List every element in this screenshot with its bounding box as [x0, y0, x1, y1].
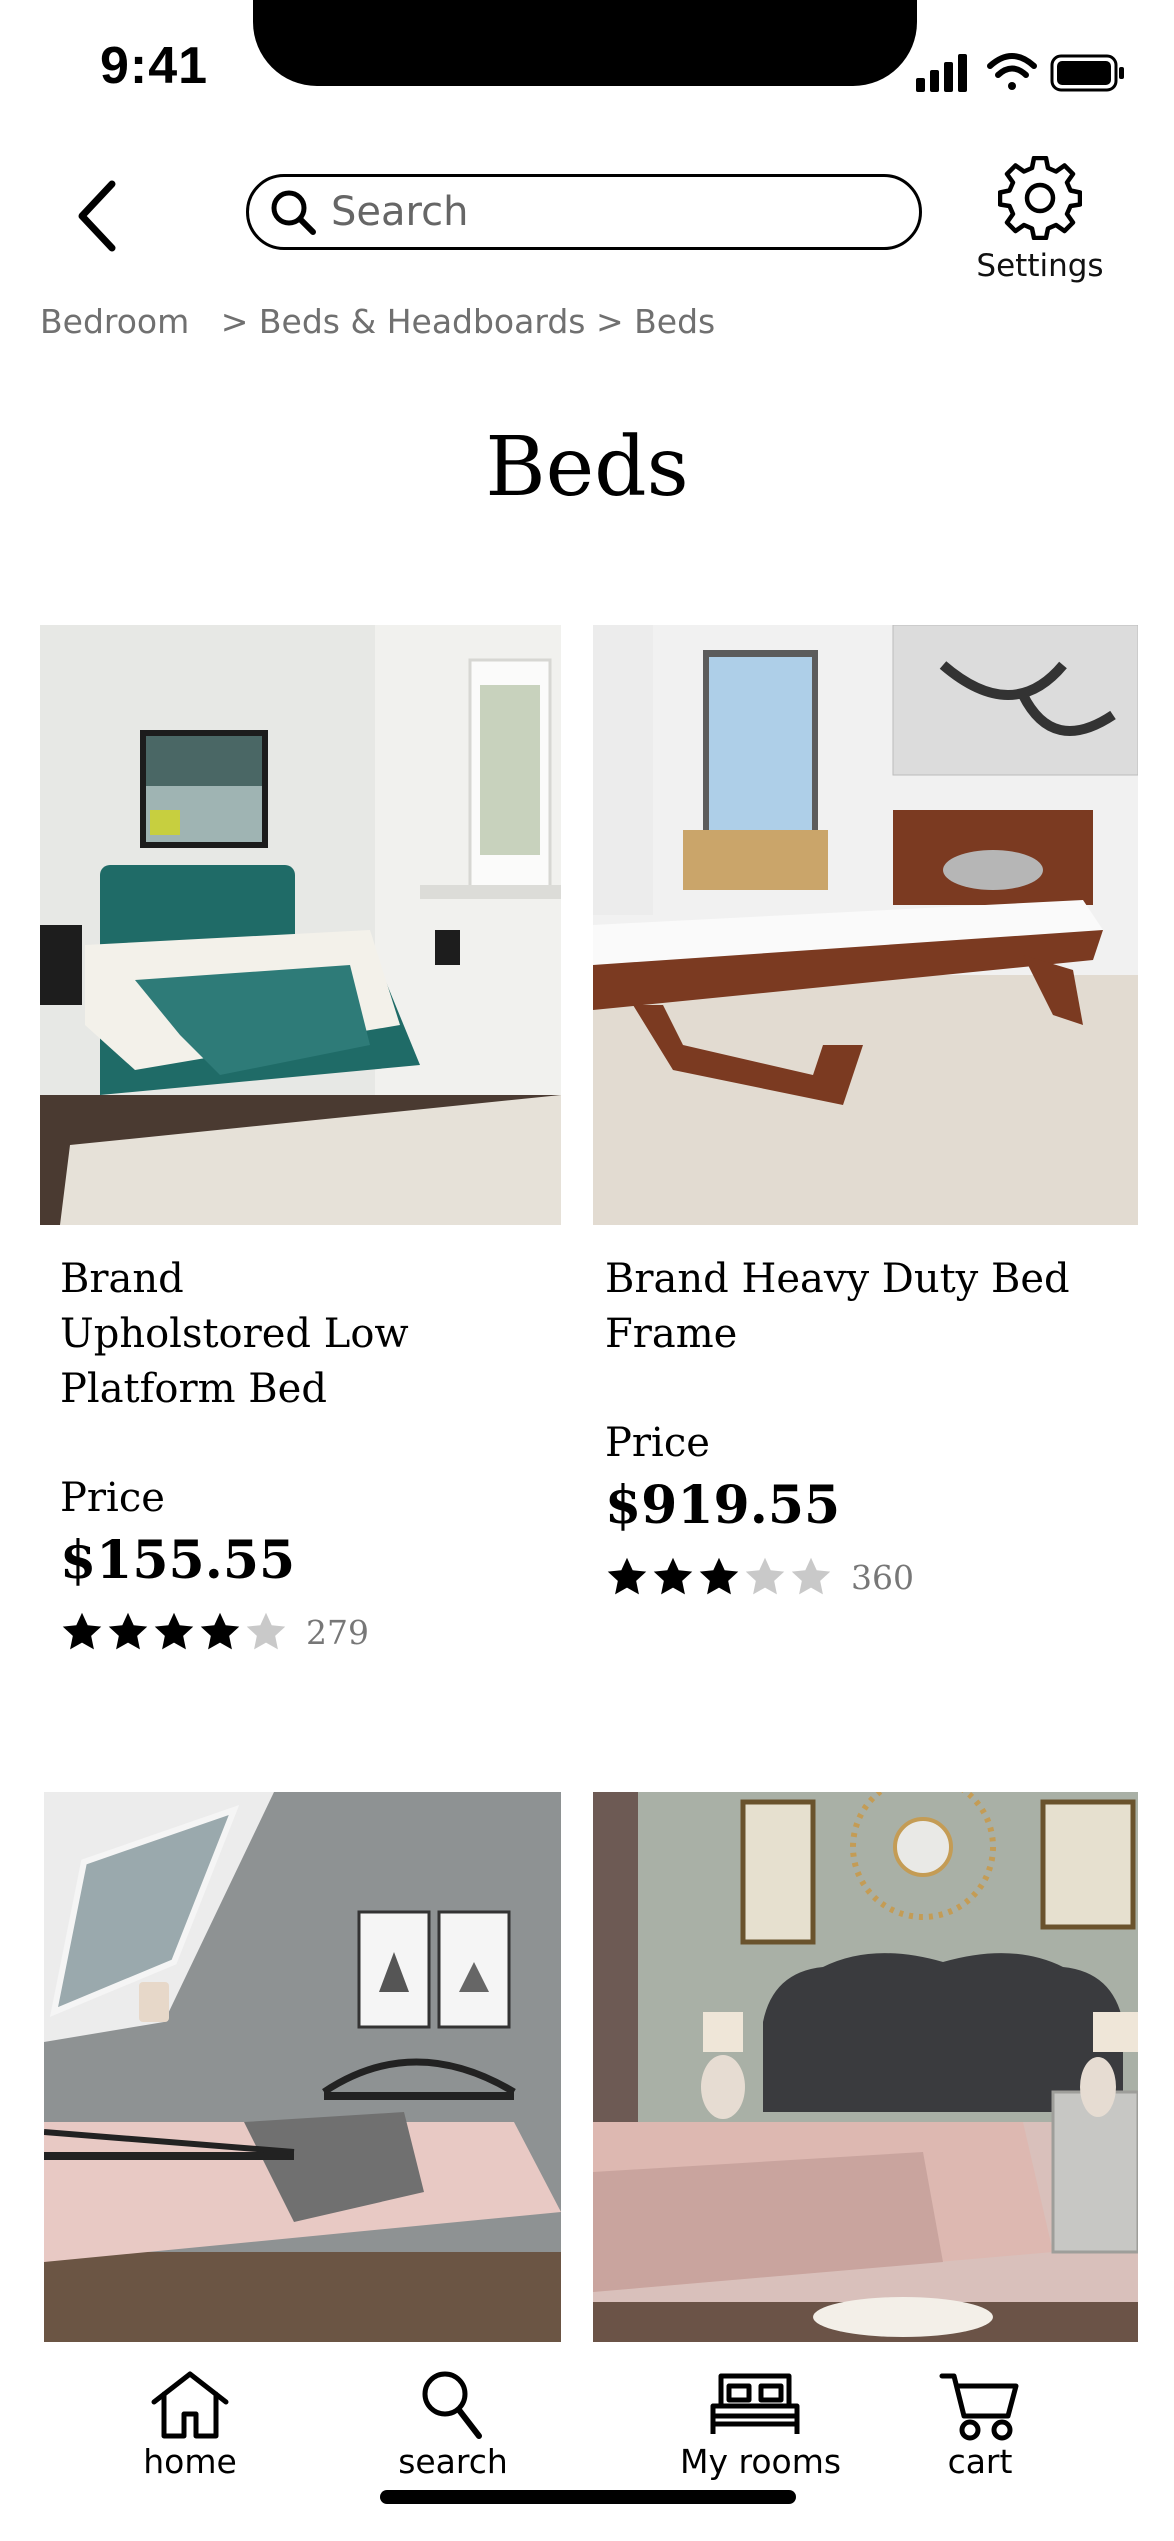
wifi-icon — [987, 53, 1037, 90]
nav-label: My rooms — [680, 2442, 842, 2481]
gear-icon — [998, 156, 1082, 240]
product-image-upholstered-bed[interactable] — [40, 625, 561, 1225]
nav-label: home — [143, 2442, 237, 2481]
product-price: $919.55 — [605, 1475, 841, 1536]
back-button[interactable] — [70, 170, 150, 260]
product-name-line: Brand Heavy Duty Bed — [605, 1256, 1070, 1302]
price-label: Price — [60, 1475, 165, 1521]
cart-icon — [939, 2373, 1019, 2441]
product-name[interactable]: Brand Heavy Duty Bed Frame — [605, 1252, 1070, 1362]
product-name-line: Frame — [605, 1311, 738, 1357]
product-name[interactable]: Brand Upholstored Low Platform Bed — [60, 1252, 409, 1417]
status-icons — [916, 53, 1124, 92]
signal-icon — [916, 54, 967, 92]
breadcrumb-item-beds[interactable]: Beds — [634, 302, 715, 341]
star-filled-icon — [108, 1612, 148, 1650]
nav-item-my-rooms[interactable]: My rooms — [680, 2368, 842, 2481]
breadcrumb: Bedroom > Beds & Headboards > Beds — [40, 302, 715, 341]
product-price: $155.55 — [60, 1530, 296, 1591]
product-rating: 360 — [605, 1555, 914, 1599]
search-input[interactable] — [331, 189, 871, 235]
star-filled-icon — [154, 1612, 194, 1650]
nav-item-search[interactable]: search — [393, 2368, 513, 2481]
chevron-left-icon — [78, 180, 116, 252]
nav-label: cart — [947, 2442, 1013, 2481]
search-icon — [271, 190, 316, 235]
breadcrumb-separator: > — [220, 302, 249, 341]
home-icon — [151, 2371, 229, 2439]
home-indicator — [380, 2490, 796, 2504]
star-rating — [60, 1610, 290, 1654]
product-image-tufted-bed[interactable] — [593, 1792, 1138, 2342]
star-filled-icon — [607, 1557, 647, 1595]
star-filled-icon — [653, 1557, 693, 1595]
nav-item-cart[interactable]: cart — [920, 2368, 1040, 2481]
breadcrumb-item-bedroom[interactable]: Bedroom — [40, 302, 189, 341]
review-count[interactable]: 279 — [306, 1613, 369, 1652]
battery-icon — [1050, 54, 1124, 92]
settings-button[interactable]: Settings — [960, 156, 1120, 286]
product-name-line: Brand — [60, 1256, 184, 1302]
bed-icon — [710, 2373, 800, 2434]
product-name-line: Upholstored Low — [60, 1311, 409, 1357]
star-empty-icon — [791, 1557, 831, 1595]
star-filled-icon — [200, 1612, 240, 1650]
nav-label: search — [398, 2442, 508, 2481]
nav-item-home[interactable]: home — [130, 2368, 250, 2481]
star-empty-icon — [745, 1557, 785, 1595]
product-rating: 279 — [60, 1610, 369, 1654]
product-image-heavy-duty-bed[interactable] — [593, 625, 1138, 1225]
breadcrumb-separator: > — [595, 302, 624, 341]
page-title: Beds — [485, 420, 689, 515]
review-count[interactable]: 360 — [851, 1558, 914, 1597]
product-name-line: Platform Bed — [60, 1366, 327, 1412]
star-rating — [605, 1555, 835, 1599]
bottom-navigation: home search My rooms cart — [0, 2342, 1174, 2541]
star-filled-icon — [62, 1612, 102, 1650]
star-filled-icon — [699, 1557, 739, 1595]
search-icon — [422, 2371, 482, 2439]
status-time: 9:41 — [100, 37, 209, 95]
price-label: Price — [605, 1420, 710, 1466]
settings-label: Settings — [976, 248, 1104, 284]
search-bar[interactable] — [246, 174, 922, 250]
breadcrumb-item-beds-headboards[interactable]: Beds & Headboards — [259, 302, 586, 341]
product-image-metal-bed[interactable] — [44, 1792, 561, 2342]
star-empty-icon — [246, 1612, 286, 1650]
device-notch — [253, 0, 917, 86]
